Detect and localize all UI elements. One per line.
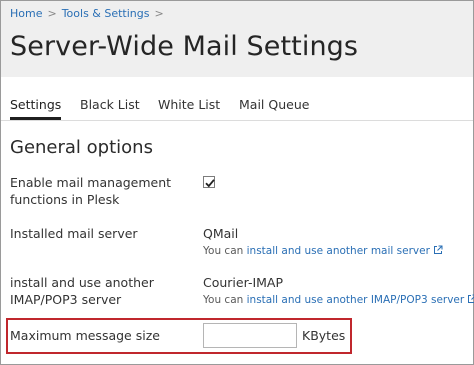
max-message-size-label: Maximum message size <box>10 328 160 343</box>
imap-server-hint-prefix: You can <box>203 294 247 306</box>
install-mail-server-link[interactable]: install and use another mail server <box>247 245 430 257</box>
mail-server-hint-prefix: You can <box>203 245 247 257</box>
installed-mail-server-label: Installed mail server <box>10 226 138 241</box>
check-icon <box>205 179 215 188</box>
imap-server-hint: You can install and use another IMAP/POP… <box>203 293 474 307</box>
tab-settings[interactable]: Settings <box>10 97 62 120</box>
tab-black-list[interactable]: Black List <box>80 97 140 113</box>
breadcrumb-home-link[interactable]: Home <box>10 7 42 20</box>
page-title: Server-Wide Mail Settings <box>10 31 359 62</box>
chevron-right-icon: > <box>47 7 57 20</box>
tab-white-list[interactable]: White List <box>158 97 220 113</box>
page-header: Home > Tools & Settings > Server-Wide Mail … <box>1 1 473 77</box>
mail-management-checkbox[interactable] <box>203 176 215 188</box>
breadcrumb-tools-settings-link[interactable]: Tools & Settings <box>62 7 150 20</box>
max-message-size-input[interactable] <box>203 323 297 348</box>
tab-mail-queue[interactable]: Mail Queue <box>239 97 309 113</box>
mail-management-label: Enable mail management functions in Ples… <box>10 175 172 207</box>
external-link-icon[interactable] <box>433 245 443 255</box>
mail-server-hint: You can install and use another mail ser… <box>203 244 443 258</box>
imap-server-label: install and use another IMAP/POP3 server <box>10 275 154 307</box>
breadcrumb: Home > Tools & Settings > <box>10 7 169 21</box>
external-link-icon[interactable] <box>467 294 474 304</box>
installed-mail-server-value: QMail <box>203 226 239 241</box>
install-imap-server-link[interactable]: install and use another IMAP/POP3 server <box>247 294 465 306</box>
tab-bar: Settings Black List White List Mail Queu… <box>1 77 473 121</box>
imap-server-value: Courier-IMAP <box>203 275 284 290</box>
max-message-size-unit: KBytes <box>302 328 346 343</box>
section-title-general-options: General options <box>10 137 153 158</box>
chevron-right-icon: > <box>154 7 164 20</box>
